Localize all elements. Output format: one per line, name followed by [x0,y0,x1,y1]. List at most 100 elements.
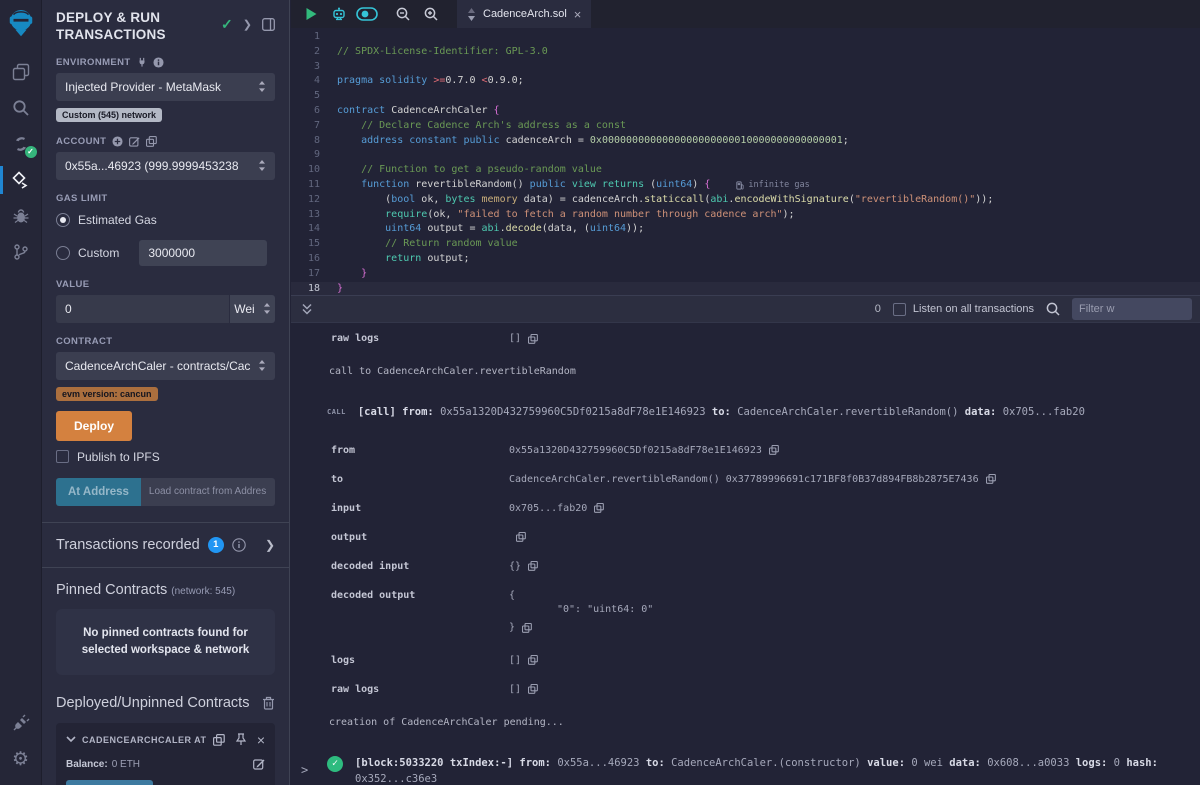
copy-icon[interactable] [769,445,779,455]
collapse-contract-icon[interactable] [66,736,76,743]
code-line-3[interactable]: 3 [291,60,1200,75]
copilot-toggle-icon[interactable] [355,3,379,25]
line-number: 4 [291,74,337,89]
code-line-10[interactable]: 10 // Function to get a pseudo-random va… [291,163,1200,178]
terminal: 0 Listen on all transactions raw logs[]c… [291,295,1200,785]
copy-icon[interactable] [528,655,538,665]
pinned-network-suffix: (network: 545) [171,586,235,597]
copy-icon[interactable] [528,561,538,571]
expand-transactions-icon[interactable]: ❯ [265,538,275,552]
kv-value: [] [509,655,538,666]
forward-chevron-icon[interactable]: ❯ [243,18,252,31]
custom-gas-label: Custom [78,246,119,260]
code-line-7[interactable]: 7 // Declare Cadence Arch's address as a… [291,119,1200,134]
transactions-info-icon[interactable] [232,538,246,552]
add-account-icon[interactable] [112,136,123,147]
code-line-13[interactable]: 13 require(ok, "failed to fetch a random… [291,208,1200,223]
zoom-out-icon[interactable] [391,3,415,25]
custom-gas-radio[interactable] [56,246,70,260]
at-address-button[interactable]: At Address [56,478,141,506]
remix-logo[interactable] [0,2,42,46]
copy-icon[interactable] [516,532,526,542]
compiler-success-badge: ✓ [25,146,37,158]
terminal-filter-input[interactable] [1072,298,1192,320]
git-icon[interactable] [0,234,42,270]
method-button-cadencearch[interactable]: cadenceArch [66,780,153,785]
clear-contracts-icon[interactable] [262,696,275,710]
code-line-15[interactable]: 15 // Return random value [291,237,1200,252]
copy-icon[interactable] [528,684,538,694]
tab-close-icon[interactable]: × [574,7,582,22]
publish-ipfs-checkbox[interactable] [56,450,69,463]
terminal-kv-row: logs[] [291,646,1200,675]
remove-contract-icon[interactable]: × [257,735,265,745]
zoom-in-icon[interactable] [419,3,443,25]
copy-icon[interactable] [986,474,996,484]
copy-icon[interactable] [594,503,604,513]
pin-side-panel-icon[interactable] [262,18,275,31]
code-line-2[interactable]: 2// SPDX-License-Identifier: GPL-3.0 [291,45,1200,60]
value-unit-select[interactable]: Wei [230,295,275,323]
value-input[interactable] [56,295,229,323]
copy-address-icon[interactable] [213,734,225,746]
code-line-9[interactable]: 9 [291,148,1200,163]
estimated-gas-radio[interactable] [56,213,70,227]
code-line-14[interactable]: 14 uint64 output = abi.decode(data, (uin… [291,222,1200,237]
code-line-11[interactable]: 11 function revertibleRandom() public vi… [291,178,1200,193]
code-line-4[interactable]: 4pragma solidity >=0.7.0 <0.9.0; [291,74,1200,89]
edit-balance-icon[interactable] [253,758,265,770]
publish-ipfs-label: Publish to IPFS [77,450,160,464]
transactions-recorded-row[interactable]: Transactions recorded 1 ❯ [42,523,289,568]
environment-info-icon[interactable] [153,57,164,68]
plug-icon[interactable] [137,57,147,67]
deploy-run-icon[interactable] [0,162,42,198]
listen-all-checkbox[interactable] [893,303,906,316]
code-line-5[interactable]: 5 [291,89,1200,104]
remix-ai-assistant-icon[interactable] [327,3,351,25]
terminal-search-icon[interactable] [1046,302,1060,316]
collapse-terminal-icon[interactable] [301,303,313,315]
kv-label: raw logs [331,333,509,344]
copy-account-icon[interactable] [146,136,157,147]
copy-icon[interactable] [528,334,538,344]
code-line-6[interactable]: 6contract CadenceArchCaler { [291,104,1200,119]
environment-select[interactable]: Injected Provider - MetaMask [56,73,275,101]
custom-gas-input[interactable] [139,240,267,266]
code-line-1[interactable]: 1 [291,30,1200,45]
transaction-summary-row[interactable]: ✓[block:5033220 txIndex:-] from: 0x55a..… [291,741,1200,785]
terminal-prompt[interactable]: > [301,763,308,777]
code-line-17[interactable]: 17 } [291,267,1200,282]
deployed-contract-card: CADENCEARCHCALER AT 0X × Balance: 0 ETH … [56,723,275,785]
terminal-kv-row: output [291,523,1200,552]
code-line-12[interactable]: 12 (bool ok, bytes memory data) = cadenc… [291,193,1200,208]
deploy-button[interactable]: Deploy [56,411,132,441]
code-editor[interactable]: 12// SPDX-License-Identifier: GPL-3.034p… [291,28,1200,295]
at-address-input[interactable] [141,478,275,506]
transaction-summary-row[interactable]: call[call] from: 0x55a1320D432759960C5Df… [291,390,1200,436]
select-updown-icon [258,360,266,371]
tx-success-icon: ✓ [327,756,343,772]
contract-select[interactable]: CadenceArchCaler - contracts/Cac [56,352,275,380]
debugger-icon[interactable] [0,198,42,234]
account-select[interactable]: 0x55a...46923 (999.9999453238 [56,152,275,180]
tab-cadencearch-sol[interactable]: CadenceArch.sol × [457,0,591,28]
file-explorer-icon[interactable] [0,54,42,90]
kv-label: input [331,503,509,514]
run-script-icon[interactable] [299,3,323,25]
code-line-16[interactable]: 16 return output; [291,252,1200,267]
copy-icon[interactable] [522,623,532,633]
terminal-kv-row: input0x705...fab20 [291,494,1200,523]
terminal-output[interactable]: raw logs[]call to CadenceArchCaler.rever… [291,324,1200,785]
code-line-18[interactable]: 18} [291,282,1200,295]
code-text: require(ok, "failed to fetch a random nu… [337,208,795,223]
solidity-compiler-icon[interactable]: ✓ [0,126,42,162]
code-line-8[interactable]: 8 address constant public cadenceArch = … [291,134,1200,149]
plugin-manager-icon[interactable] [0,705,42,741]
line-number: 16 [291,252,337,267]
pin-contract-icon[interactable] [235,733,247,746]
kv-label: decoded output [331,590,509,601]
code-text: return output; [337,252,469,267]
settings-icon[interactable]: ⚙ [0,741,42,777]
sign-message-icon[interactable] [129,136,140,147]
search-icon[interactable] [0,90,42,126]
